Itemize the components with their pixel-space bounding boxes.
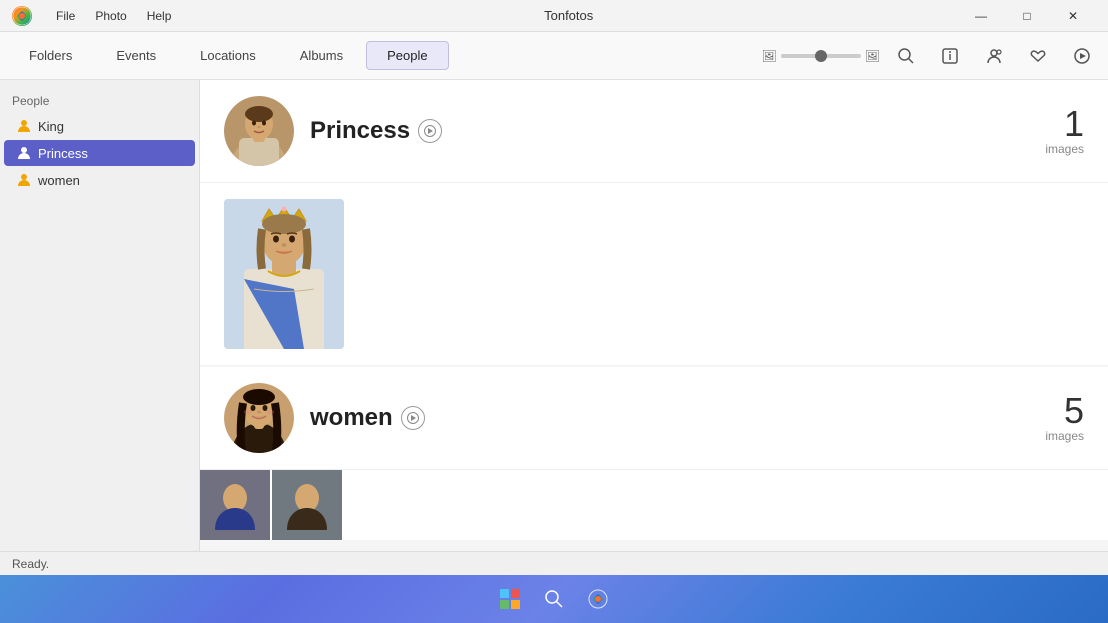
count-label-women: images xyxy=(1045,429,1084,443)
person-nav-women[interactable] xyxy=(401,406,425,430)
sidebar-label-king: King xyxy=(38,119,64,134)
app-icon xyxy=(12,6,32,26)
menu-bar: File Photo Help xyxy=(48,7,179,25)
menu-photo[interactable]: Photo xyxy=(87,7,134,25)
title-bar-left: File Photo Help xyxy=(12,6,179,26)
photo-thumb-queen[interactable] xyxy=(224,199,344,349)
toolbar: Folders Events Locations Albums People 🖼… xyxy=(0,32,1108,80)
person-header-women: women 5 images xyxy=(200,367,1108,470)
people-button[interactable] xyxy=(976,38,1012,74)
close-button[interactable]: ✕ xyxy=(1050,0,1096,32)
status-bar: Ready. xyxy=(0,551,1108,575)
taskbar-app[interactable] xyxy=(578,579,618,619)
person-name-row-princess: Princess xyxy=(310,117,1045,145)
tab-folders[interactable]: Folders xyxy=(8,41,93,70)
sidebar-item-princess[interactable]: Princess xyxy=(4,140,195,166)
menu-help[interactable]: Help xyxy=(139,7,180,25)
title-bar: File Photo Help Tonfotos — □ ✕ xyxy=(0,0,1108,32)
person-icon-women xyxy=(16,172,32,188)
content-area: Princess 1 images xyxy=(200,80,1108,551)
sidebar-label-women: women xyxy=(38,173,80,188)
thumb-mini-2[interactable] xyxy=(272,470,342,540)
zoom-out-icon: 🖼 xyxy=(762,49,777,63)
image-count-princess: 1 images xyxy=(1045,106,1084,156)
image-count-women: 5 images xyxy=(1045,393,1084,443)
taskbar-search[interactable] xyxy=(534,579,574,619)
status-text: Ready. xyxy=(12,557,49,571)
count-number-women: 5 xyxy=(1045,393,1084,429)
person-section-princess: Princess 1 images xyxy=(200,80,1108,365)
maximize-button[interactable]: □ xyxy=(1004,0,1050,32)
sidebar-label-princess: Princess xyxy=(38,146,88,161)
zoom-control: 🖼 🖼 xyxy=(762,49,880,63)
taskbar-icons xyxy=(490,579,618,619)
info-button[interactable] xyxy=(932,38,968,74)
person-nav-princess[interactable] xyxy=(418,119,442,143)
thumbnail-strip-women xyxy=(200,470,1108,540)
person-name-princess: Princess xyxy=(310,117,410,145)
tab-people[interactable]: People xyxy=(366,41,448,70)
toolbar-right: 🖼 🖼 xyxy=(762,38,1100,74)
zoom-in-icon: 🖼 xyxy=(865,49,880,63)
minimize-button[interactable]: — xyxy=(958,0,1004,32)
toolbar-tabs: Folders Events Locations Albums People xyxy=(8,41,449,70)
count-label-princess: images xyxy=(1045,142,1084,156)
sidebar: People King Princess xyxy=(0,80,200,551)
person-icon-king xyxy=(16,118,32,134)
taskbar-start[interactable] xyxy=(490,579,530,619)
tab-events[interactable]: Events xyxy=(95,41,177,70)
photos-grid-princess xyxy=(200,183,1108,365)
person-section-women: women 5 images xyxy=(200,367,1108,540)
favorites-button[interactable] xyxy=(1020,38,1056,74)
app-title: Tonfotos xyxy=(544,8,593,23)
sidebar-item-women[interactable]: women xyxy=(4,167,195,193)
avatar-women xyxy=(224,383,294,453)
thumb-mini-1[interactable] xyxy=(200,470,270,540)
avatar-princess xyxy=(224,96,294,166)
tab-albums[interactable]: Albums xyxy=(279,41,364,70)
zoom-slider[interactable] xyxy=(781,54,861,58)
person-name-women: women xyxy=(310,404,393,432)
taskbar xyxy=(0,575,1108,623)
window-controls: — □ ✕ xyxy=(958,0,1096,32)
main-layout: People King Princess xyxy=(0,80,1108,551)
sidebar-section-label: People xyxy=(0,88,199,112)
slideshow-button[interactable] xyxy=(1064,38,1100,74)
sidebar-item-king[interactable]: King xyxy=(4,113,195,139)
count-number-princess: 1 xyxy=(1045,106,1084,142)
tab-locations[interactable]: Locations xyxy=(179,41,277,70)
search-button[interactable] xyxy=(888,38,924,74)
person-header-princess: Princess 1 images xyxy=(200,80,1108,183)
person-name-row-women: women xyxy=(310,404,1045,432)
menu-file[interactable]: File xyxy=(48,7,83,25)
person-icon-princess xyxy=(16,145,32,161)
